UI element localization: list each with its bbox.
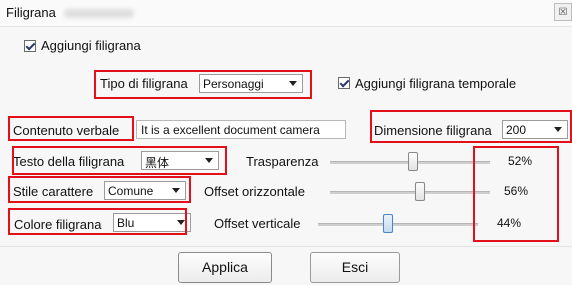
add-watermark-label: Aggiungi filigrana xyxy=(41,38,141,53)
slider-thumb[interactable] xyxy=(408,152,419,171)
highlight-box-font-text xyxy=(12,146,227,175)
blurred-subtitle xyxy=(64,9,134,18)
close-icon[interactable]: ☒ xyxy=(554,3,572,21)
slider-label: Offset verticale xyxy=(214,216,301,231)
slider-label: Trasparenza xyxy=(246,154,319,169)
add-temporal-check-icon[interactable] xyxy=(338,77,350,89)
divider xyxy=(0,246,572,247)
title-bar: Filigrana ☒ xyxy=(0,0,572,27)
slider-thumb[interactable] xyxy=(414,182,425,201)
add-watermark-check-icon[interactable] xyxy=(24,40,36,52)
highlight-box-percentages xyxy=(473,146,559,242)
content-input[interactable]: It is a excellent document camera xyxy=(136,120,346,139)
slider-thumb[interactable] xyxy=(383,214,394,233)
slider-label: Offset orizzontale xyxy=(204,184,305,199)
highlight-box-type xyxy=(94,70,312,99)
add-temporal-label: Aggiungi filigrana temporale xyxy=(355,76,517,91)
highlight-box-color xyxy=(8,208,187,235)
slider-track[interactable] xyxy=(318,223,478,226)
highlight-box-content xyxy=(8,116,134,141)
exit-button[interactable]: Esci xyxy=(310,252,400,283)
window-title: Filigrana xyxy=(6,5,56,20)
highlight-box-size xyxy=(370,110,572,143)
highlight-box-style xyxy=(8,176,191,203)
apply-button[interactable]: Applica xyxy=(178,252,272,283)
slider-track[interactable] xyxy=(330,191,490,194)
